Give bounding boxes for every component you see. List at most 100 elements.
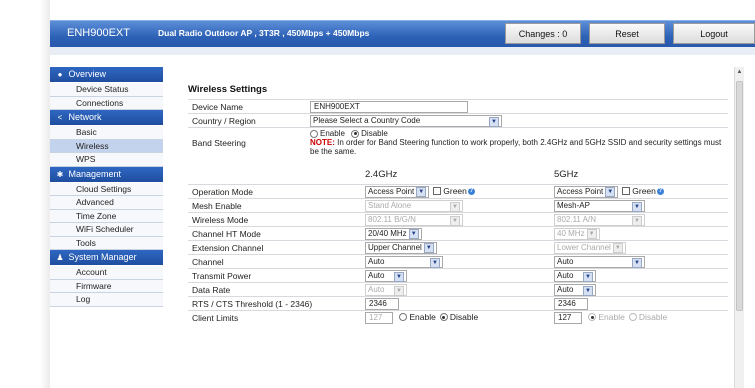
note-text: In order for Band Steering function to w… bbox=[310, 138, 722, 156]
chevron-down-icon: ▼ bbox=[489, 116, 499, 127]
data-rate-2-4-select[interactable]: Auto ▼ bbox=[365, 283, 407, 296]
transmit-power-2-4-select[interactable]: Auto ▼ bbox=[365, 269, 407, 282]
extension-channel-label: Extension Channel bbox=[188, 240, 361, 255]
operation-mode-5-select[interactable]: Access Point ▼ bbox=[554, 185, 619, 198]
client-limits-2-4-enable-radio[interactable] bbox=[399, 313, 408, 322]
wireless-mode-2-4-select[interactable]: 802.11 B/G/N ▼ bbox=[365, 213, 463, 226]
client-limits-2-4-disable-radio[interactable] bbox=[439, 313, 448, 322]
chevron-down-icon: ▼ bbox=[394, 271, 404, 282]
main-content: Wireless Settings Device Name ENH900EXT … bbox=[188, 84, 728, 324]
share-icon: < bbox=[57, 113, 63, 122]
sidebar-item-account[interactable]: Account bbox=[50, 266, 163, 280]
operation-mode-2-4-select[interactable]: Access Point ▼ bbox=[365, 185, 430, 198]
reset-button[interactable]: Reset bbox=[589, 23, 665, 44]
channel-5-select[interactable]: Auto ▼ bbox=[554, 255, 645, 268]
scroll-up-icon[interactable]: ▲ bbox=[735, 69, 744, 78]
chevron-down-icon: ▼ bbox=[450, 215, 460, 226]
page-title: Wireless Settings bbox=[188, 84, 268, 95]
mesh-5-select[interactable]: Mesh-AP ▼ bbox=[554, 199, 645, 212]
channel-label: Channel bbox=[188, 254, 361, 269]
rts-cts-2-4-input[interactable]: 2346 bbox=[365, 297, 399, 310]
sidebar-item-basic[interactable]: Basic bbox=[50, 126, 163, 140]
chevron-down-icon: ▼ bbox=[583, 285, 593, 296]
model-name: ENH900EXT bbox=[67, 27, 130, 39]
data-rate-5-select[interactable]: Auto ▼ bbox=[554, 283, 596, 296]
sidebar-item-wps[interactable]: WPS bbox=[50, 153, 163, 167]
chevron-down-icon: ▼ bbox=[394, 285, 404, 296]
sidebar-section-management[interactable]: ✱ Management bbox=[50, 166, 163, 183]
wireless-mode-5-select[interactable]: 802.11 A/N ▼ bbox=[554, 213, 645, 226]
chevron-down-icon: ▼ bbox=[430, 257, 440, 268]
radio-settings-table: 2.4GHz 5GHz Operation Mode Access Point ▼… bbox=[188, 164, 728, 324]
extension-channel-2-4-select[interactable]: Upper Channel ▼ bbox=[365, 241, 437, 254]
model-description: Dual Radio Outdoor AP , 3T3R , 450Mbps +… bbox=[158, 28, 370, 38]
header-divider bbox=[50, 47, 755, 55]
transmit-power-5-select[interactable]: Auto ▼ bbox=[554, 269, 596, 282]
rts-cts-label: RTS / CTS Threshold (1 - 2346) bbox=[188, 296, 361, 311]
sidebar: ● Overview Device Status Connections < N… bbox=[50, 55, 163, 388]
sidebar-item-wifi-scheduler[interactable]: WiFi Scheduler bbox=[50, 223, 163, 237]
header-bar: ENH900EXT Dual Radio Outdoor AP , 3T3R ,… bbox=[50, 20, 755, 47]
sidebar-item-log[interactable]: Log bbox=[50, 293, 163, 307]
general-settings-table: Device Name ENH900EXT Country / Region P… bbox=[188, 99, 728, 158]
chevron-down-icon: ▼ bbox=[408, 228, 419, 239]
scrollbar[interactable]: ▲ bbox=[734, 67, 744, 388]
sidebar-item-firmware[interactable]: Firmware bbox=[50, 279, 163, 293]
info-icon[interactable]: ? bbox=[467, 187, 475, 195]
sidebar-section-overview[interactable]: ● Overview bbox=[50, 67, 163, 83]
scrollbar-thumb[interactable] bbox=[736, 81, 743, 311]
app-frame: ENH900EXT Dual Radio Outdoor AP , 3T3R ,… bbox=[50, 0, 755, 388]
client-limits-5-disable-radio[interactable] bbox=[628, 313, 637, 322]
chevron-down-icon: ▼ bbox=[632, 215, 642, 226]
operation-mode-label: Operation Mode bbox=[188, 184, 361, 199]
country-label: Country / Region bbox=[188, 113, 306, 128]
transmit-power-label: Transmit Power bbox=[188, 268, 361, 283]
rts-cts-5-input[interactable]: 2346 bbox=[554, 297, 588, 310]
logout-button[interactable]: Logout bbox=[673, 23, 755, 44]
info-icon: ● bbox=[57, 70, 63, 79]
chevron-down-icon: ▼ bbox=[632, 201, 642, 212]
user-icon: ♟ bbox=[56, 253, 64, 262]
extension-channel-5-select[interactable]: Lower Channel ▼ bbox=[554, 241, 626, 254]
green-2-4-checkbox[interactable] bbox=[433, 187, 442, 196]
country-select[interactable]: Please Select a Country Code ▼ bbox=[310, 114, 502, 127]
sidebar-item-wireless[interactable]: Wireless bbox=[50, 139, 163, 153]
device-name-input[interactable]: ENH900EXT bbox=[310, 100, 468, 113]
band-steering-enable-radio[interactable] bbox=[310, 129, 318, 138]
green-5-checkbox[interactable] bbox=[622, 187, 631, 196]
sidebar-item-device-status[interactable]: Device Status bbox=[50, 83, 163, 97]
gear-icon: ✱ bbox=[56, 169, 64, 179]
client-limits-5-input[interactable]: 127 bbox=[554, 311, 582, 324]
chevron-down-icon: ▼ bbox=[416, 186, 427, 197]
channel-ht-mode-label: Channel HT Mode bbox=[188, 226, 361, 241]
band-steering-disable-radio[interactable] bbox=[351, 129, 360, 138]
client-limits-label: Client Limits bbox=[188, 310, 361, 324]
sidebar-item-cloud-settings[interactable]: Cloud Settings bbox=[50, 182, 163, 196]
wireless-mode-label: Wireless Mode bbox=[188, 212, 361, 227]
mesh-enable-label: Mesh Enable bbox=[188, 198, 361, 213]
chevron-down-icon: ▼ bbox=[423, 242, 434, 253]
changes-button[interactable]: Changes : 0 bbox=[505, 23, 581, 44]
data-rate-label: Data Rate bbox=[188, 282, 361, 297]
note-label: NOTE: bbox=[310, 138, 335, 147]
client-limits-2-4-input[interactable]: 127 bbox=[365, 311, 393, 324]
client-limits-5-enable-radio[interactable] bbox=[588, 313, 597, 322]
ht-mode-5-select[interactable]: 40 MHz ▼ bbox=[554, 227, 600, 240]
sidebar-item-connections[interactable]: Connections bbox=[50, 96, 163, 110]
column-2-4ghz: 2.4GHz bbox=[365, 168, 398, 180]
band-steering-label: Band Steering bbox=[188, 127, 306, 158]
chevron-down-icon: ▼ bbox=[583, 271, 593, 282]
ht-mode-2-4-select[interactable]: 20/40 MHz ▼ bbox=[365, 227, 422, 240]
sidebar-item-time-zone[interactable]: Time Zone bbox=[50, 209, 163, 223]
mesh-2-4-select[interactable]: Stand Alone ▼ bbox=[365, 199, 463, 212]
device-name-label: Device Name bbox=[188, 99, 306, 114]
channel-2-4-select[interactable]: Auto ▼ bbox=[365, 255, 443, 268]
sidebar-item-tools[interactable]: Tools bbox=[50, 236, 163, 250]
sidebar-item-advanced[interactable]: Advanced bbox=[50, 196, 163, 210]
chevron-down-icon: ▼ bbox=[450, 201, 460, 212]
sidebar-section-system-manager[interactable]: ♟ System Manager bbox=[50, 250, 163, 266]
column-5ghz: 5GHz bbox=[554, 168, 579, 180]
info-icon[interactable]: ? bbox=[656, 187, 664, 195]
sidebar-section-network[interactable]: < Network bbox=[50, 110, 163, 126]
chevron-down-icon: ▼ bbox=[612, 242, 623, 253]
